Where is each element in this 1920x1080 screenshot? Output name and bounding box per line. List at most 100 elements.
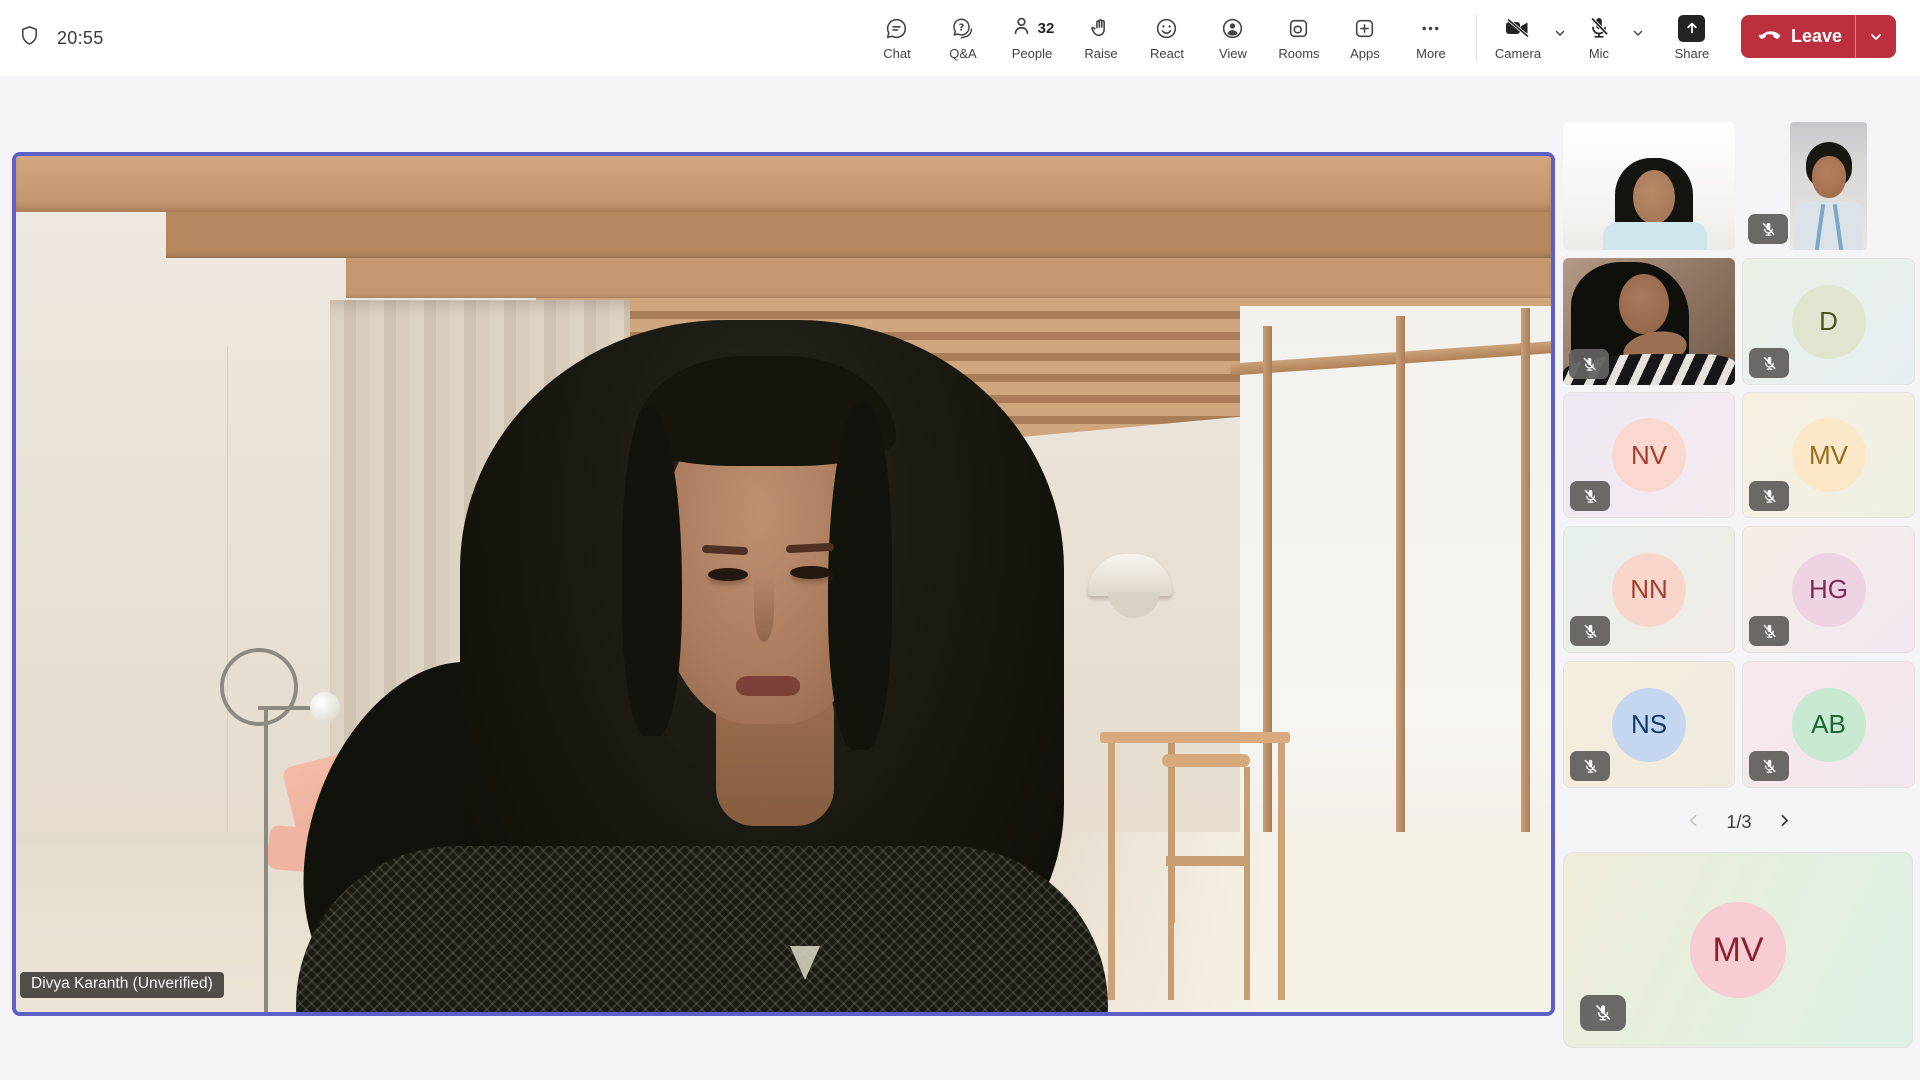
participant-avatar-tile[interactable]: NN [1563, 526, 1735, 653]
avatar: AB [1791, 687, 1866, 762]
meeting-toolbar: 20:55 Chat ? Q&A 32 People Raise React V… [0, 0, 1920, 76]
mic-button[interactable]: Mic [1573, 6, 1625, 61]
muted-mic-badge [1580, 995, 1626, 1031]
table-leg [1108, 743, 1115, 1000]
view-button[interactable]: View [1200, 6, 1266, 61]
camera-options-chevron[interactable] [1547, 6, 1573, 43]
floor-lamp-pole [264, 710, 268, 1012]
floor-lamp-bulb [310, 692, 340, 722]
apps-icon [1352, 14, 1377, 42]
people-icon [1010, 14, 1035, 42]
share-button[interactable]: Share [1661, 6, 1723, 61]
share-label: Share [1674, 46, 1710, 61]
previous-page-button[interactable] [1681, 808, 1706, 836]
muted-mic-badge [1748, 214, 1788, 244]
chevron-left-icon [1685, 812, 1702, 832]
share-screen-icon [1678, 14, 1706, 42]
rooms-label: Rooms [1278, 46, 1320, 61]
muted-mic-badge [1749, 616, 1789, 646]
muted-mic-badge [1570, 616, 1610, 646]
people-button[interactable]: 32 People [996, 6, 1068, 61]
camera-off-icon [1503, 14, 1533, 42]
react-icon [1154, 14, 1179, 42]
participant-video-tile[interactable] [1563, 258, 1735, 385]
more-button[interactable]: More [1398, 6, 1464, 61]
chat-label: Chat [883, 46, 911, 61]
self-view-tile[interactable]: MV [1563, 852, 1913, 1048]
avatar: NS [1612, 687, 1686, 762]
participant-face [1633, 170, 1675, 224]
people-count-badge: 32 [1037, 19, 1055, 37]
speaker-eye [790, 566, 832, 579]
react-label: React [1149, 46, 1184, 61]
avatar: NV [1612, 418, 1686, 492]
chair-leg [1168, 767, 1174, 1000]
raise-hand-button[interactable]: Raise [1068, 6, 1134, 61]
dining-table [1100, 732, 1290, 743]
ceiling-beam [166, 212, 1551, 258]
ceiling-beam [346, 258, 1551, 298]
muted-mic-badge [1570, 751, 1610, 781]
chevron-down-icon [1631, 26, 1645, 43]
participant-body [1603, 222, 1707, 250]
leave-button[interactable]: Leave [1740, 15, 1896, 58]
toolbar-divider [1475, 14, 1477, 62]
participant-avatar-tile[interactable]: NV [1563, 392, 1735, 518]
avatar: NN [1612, 552, 1686, 627]
speaker-name-label: Divya Karanth (Unverified) [20, 972, 224, 998]
floor-lamp-loop [220, 648, 298, 726]
more-label: More [1416, 46, 1446, 61]
chair-leg [1244, 767, 1250, 1000]
participant-avatar-tile[interactable]: HG [1742, 526, 1915, 653]
speaker-torso [296, 846, 1108, 1012]
participant-avatar-tile[interactable]: D [1742, 258, 1915, 385]
view-icon [1220, 14, 1245, 42]
camera-label: Camera [1494, 46, 1542, 61]
avatar: HG [1791, 552, 1866, 627]
qa-icon: ? [950, 14, 975, 42]
chevron-right-icon [1776, 812, 1793, 832]
apps-label: Apps [1350, 46, 1380, 61]
participant-video [1563, 122, 1735, 250]
muted-mic-badge [1749, 348, 1789, 378]
view-label: View [1218, 46, 1247, 61]
participant-avatar-tile[interactable]: NS [1563, 661, 1735, 788]
muted-mic-badge [1569, 349, 1609, 379]
mic-options-chevron[interactable] [1625, 6, 1651, 43]
leave-options-chevron[interactable] [1856, 29, 1896, 45]
speaker-video-scene: Divya Karanth (Unverified) [16, 156, 1551, 1012]
wall-corner-line [227, 346, 228, 840]
toolbar-buttons: Chat ? Q&A 32 People Raise React View Ro… [864, 6, 1896, 62]
participant-shirt [1794, 202, 1863, 250]
people-label: People [1011, 46, 1053, 61]
rooms-icon [1286, 14, 1311, 42]
mic-label: Mic [1588, 46, 1610, 61]
raise-hand-icon [1088, 14, 1113, 42]
svg-text:?: ? [959, 22, 965, 33]
qa-button[interactable]: ? Q&A [930, 6, 996, 61]
speaker-nose [754, 576, 774, 642]
chat-button[interactable]: Chat [864, 6, 930, 61]
raise-hand-label: Raise [1084, 46, 1118, 61]
apps-button[interactable]: Apps [1332, 6, 1398, 61]
leave-label: Leave [1790, 26, 1842, 46]
react-button[interactable]: React [1134, 6, 1200, 61]
participant-video [1790, 122, 1867, 250]
next-page-button[interactable] [1772, 808, 1797, 836]
rooms-button[interactable]: Rooms [1266, 6, 1332, 61]
participant-avatar-tile[interactable]: AB [1742, 661, 1915, 788]
participants-pagination: 1/3 [1563, 800, 1915, 844]
participant-avatar-tile[interactable]: MV [1742, 392, 1915, 518]
mic-off-icon [1586, 14, 1612, 42]
table-leg [1278, 743, 1285, 1000]
muted-mic-badge [1749, 751, 1789, 781]
participant-video-tile[interactable] [1563, 122, 1735, 250]
hangup-phone-icon [1757, 22, 1782, 52]
camera-button[interactable]: Camera [1489, 6, 1547, 61]
muted-mic-badge [1570, 481, 1610, 511]
chevron-down-icon [1553, 26, 1567, 43]
active-speaker-video[interactable]: Divya Karanth (Unverified) [12, 152, 1555, 1016]
shield-icon [18, 24, 41, 52]
speaker-eye [708, 568, 748, 581]
participant-video-tile[interactable] [1742, 122, 1915, 250]
